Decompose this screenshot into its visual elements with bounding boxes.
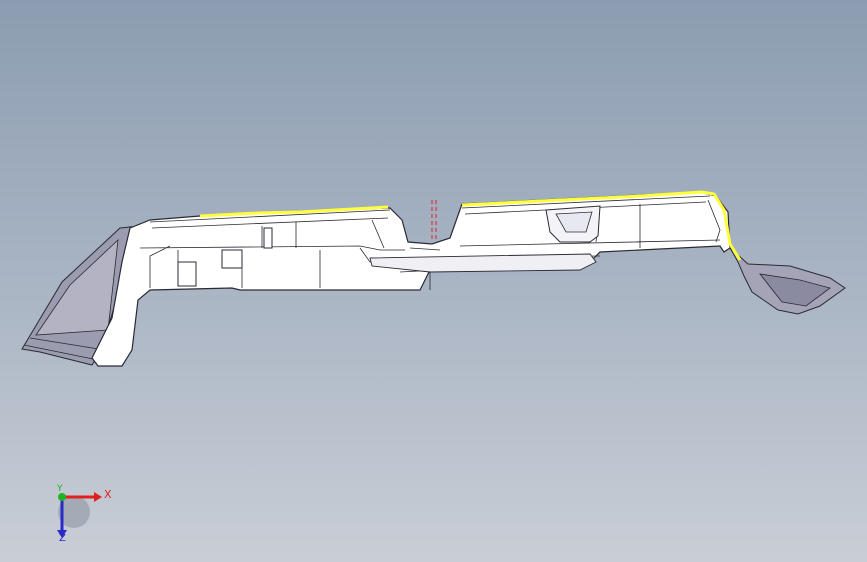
slot-feature [263, 227, 273, 249]
triad-y-label: Y [57, 484, 63, 494]
triad-x-arrow [94, 492, 102, 502]
sketch-reference-line [431, 200, 437, 240]
notch-cutout [221, 249, 243, 269]
orientation-triad[interactable] [57, 492, 102, 538]
left-flange-inner-face [35, 238, 119, 336]
square-cutout [177, 261, 197, 287]
triad-x-label: X [104, 488, 112, 501]
graphics-viewport[interactable]: X Y Z [0, 0, 867, 562]
part-model[interactable] [0, 0, 867, 562]
triad-z-label: Z [59, 533, 66, 544]
